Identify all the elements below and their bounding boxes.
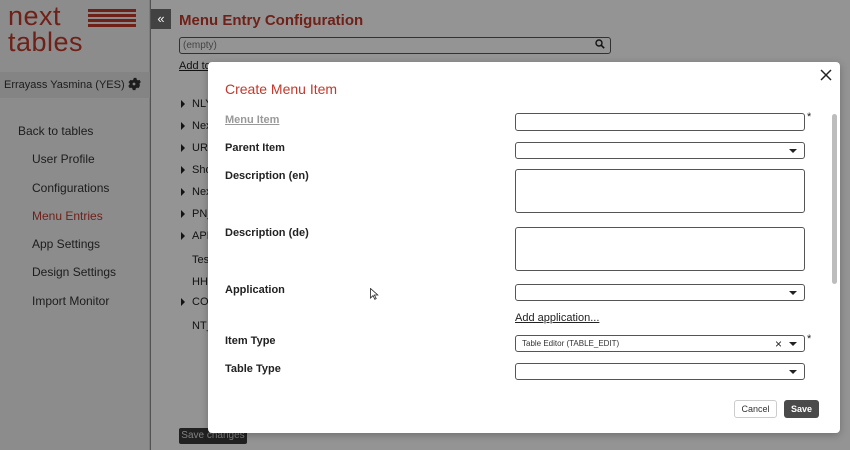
item-type-label: Item Type <box>225 335 276 347</box>
cancel-button[interactable]: Cancel <box>734 400 777 418</box>
description-de-label: Description (de) <box>225 227 309 239</box>
close-icon[interactable] <box>819 68 833 82</box>
item-type-select[interactable]: Table Editor (TABLE_EDIT) × <box>515 335 805 352</box>
required-marker: * <box>807 111 812 123</box>
parent-item-label: Parent Item <box>225 142 285 154</box>
description-de-textarea[interactable] <box>515 227 805 271</box>
description-en-textarea[interactable] <box>515 169 805 213</box>
save-button[interactable]: Save <box>784 400 819 418</box>
application-select[interactable] <box>515 284 805 301</box>
table-type-select[interactable] <box>515 363 805 380</box>
parent-item-select[interactable] <box>515 142 805 159</box>
required-marker: * <box>807 333 812 345</box>
chevron-down-icon[interactable] <box>789 342 797 346</box>
dialog-scrollbar[interactable] <box>832 114 837 284</box>
mouse-cursor-icon <box>370 288 379 300</box>
description-en-label: Description (en) <box>225 170 309 182</box>
item-type-value: Table Editor (TABLE_EDIT) <box>522 339 620 348</box>
dialog-title: Create Menu Item <box>225 81 338 97</box>
application-label: Application <box>225 284 285 296</box>
menu-item-input[interactable] <box>515 113 805 131</box>
chevron-down-icon[interactable] <box>789 370 797 374</box>
chevron-down-icon[interactable] <box>789 291 797 295</box>
create-menu-item-dialog: Create Menu Item Menu Item * Parent Item… <box>208 62 840 433</box>
collapse-sidebar-button[interactable]: « <box>151 9 171 29</box>
menu-item-label: Menu Item <box>225 114 280 126</box>
clear-icon[interactable]: × <box>775 337 782 351</box>
table-type-label: Table Type <box>225 363 281 375</box>
chevron-down-icon[interactable] <box>789 149 797 153</box>
add-application-link[interactable]: Add application... <box>515 312 599 324</box>
